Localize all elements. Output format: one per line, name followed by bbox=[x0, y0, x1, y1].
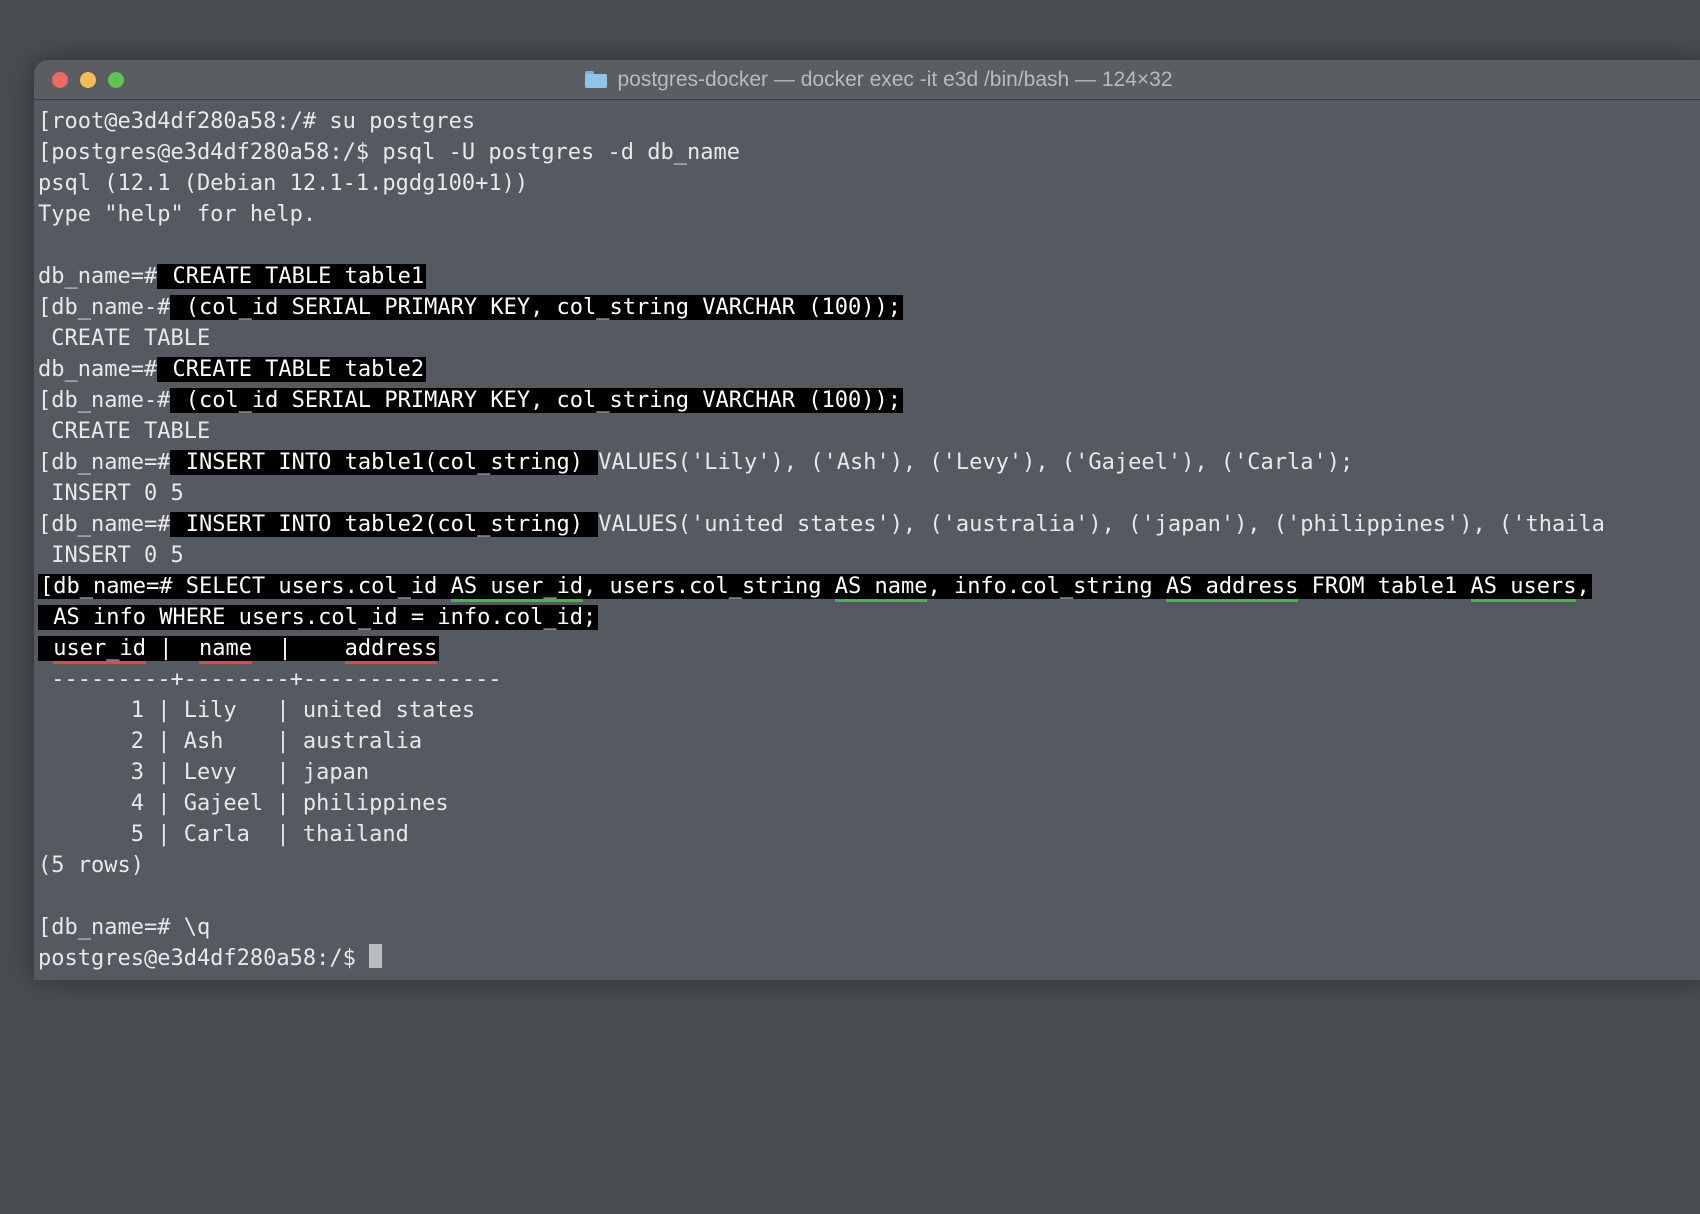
highlight: CREATE TABLE table1 bbox=[157, 264, 426, 289]
traffic-lights bbox=[52, 72, 124, 88]
alias: AS name bbox=[835, 574, 928, 602]
prompt: [db_name-# bbox=[38, 295, 170, 320]
prompt: [db_name=# bbox=[38, 512, 170, 537]
term-line: CREATE TABLE bbox=[38, 326, 210, 351]
term-line: [postgres@e3d4df280a58:/$ psql -U postgr… bbox=[38, 140, 740, 165]
term-text: VALUES('Lily'), ('Ash'), ('Levy'), ('Gaj… bbox=[598, 450, 1353, 475]
highlight: INSERT INTO table1(col_string) bbox=[170, 450, 598, 475]
term-line: INSERT 0 5 bbox=[38, 543, 184, 568]
prompt: [db_name=# bbox=[38, 915, 184, 940]
highlight-select: AS info WHERE users.col_id = info.col_id… bbox=[38, 605, 598, 630]
window-title: postgres-docker — docker exec -it e3d /b… bbox=[617, 68, 1172, 92]
term-line: psql (12.1 (Debian 12.1-1.pgdg100+1)) bbox=[38, 171, 528, 196]
row-count: (5 rows) bbox=[38, 853, 144, 878]
term-line: [root@e3d4df280a58:/# su postgres bbox=[38, 109, 475, 134]
result-header: user_id | name | address bbox=[38, 636, 439, 661]
highlight: INSERT INTO table2(col_string) bbox=[170, 512, 598, 537]
prompt: [db_name-# bbox=[38, 388, 170, 413]
highlight-select: [db_name=# SELECT users.col_id AS user_i… bbox=[38, 574, 1592, 599]
folder-icon bbox=[585, 71, 607, 88]
col-header: name bbox=[199, 636, 252, 664]
result-row: 2 | Ash | australia bbox=[38, 729, 422, 754]
col-header: user_id bbox=[53, 636, 146, 664]
quit-command: \q bbox=[184, 915, 211, 940]
zoom-icon[interactable] bbox=[108, 72, 124, 88]
prompt: [db_name=# bbox=[38, 450, 170, 475]
result-row: 4 | Gajeel | philippines bbox=[38, 791, 449, 816]
result-row: 1 | Lily | united states bbox=[38, 698, 475, 723]
result-separator: ---------+--------+--------------- bbox=[38, 667, 502, 692]
highlight: (col_id SERIAL PRIMARY KEY, col_string V… bbox=[170, 388, 902, 413]
prompt: db_name=# bbox=[38, 357, 157, 382]
terminal-window: postgres-docker — docker exec -it e3d /b… bbox=[34, 60, 1700, 980]
result-row: 3 | Levy | japan bbox=[38, 760, 369, 785]
term-text: VALUES('united states'), ('australia'), … bbox=[598, 512, 1605, 537]
cursor-icon bbox=[369, 944, 382, 968]
close-icon[interactable] bbox=[52, 72, 68, 88]
highlight: (col_id SERIAL PRIMARY KEY, col_string V… bbox=[170, 295, 902, 320]
terminal-viewport[interactable]: [root@e3d4df280a58:/# su postgres [postg… bbox=[34, 100, 1700, 980]
result-row: 5 | Carla | thailand bbox=[38, 822, 409, 847]
highlight: CREATE TABLE table2 bbox=[157, 357, 426, 382]
term-line: CREATE TABLE bbox=[38, 419, 210, 444]
title-area: postgres-docker — docker exec -it e3d /b… bbox=[142, 68, 1696, 92]
prompt: [db_name=# bbox=[40, 574, 186, 599]
alias: AS user_id bbox=[451, 574, 583, 602]
alias: AS users bbox=[1471, 574, 1577, 602]
prompt: db_name=# bbox=[38, 264, 157, 289]
term-line: INSERT 0 5 bbox=[38, 481, 184, 506]
minimize-icon[interactable] bbox=[80, 72, 96, 88]
col-header: address bbox=[345, 636, 438, 664]
alias: AS address bbox=[1166, 574, 1298, 602]
titlebar: postgres-docker — docker exec -it e3d /b… bbox=[34, 60, 1700, 100]
shell-prompt: postgres@e3d4df280a58:/$ bbox=[38, 946, 369, 971]
terminal-output: [root@e3d4df280a58:/# su postgres [postg… bbox=[38, 106, 1700, 974]
term-line: Type "help" for help. bbox=[38, 202, 316, 227]
